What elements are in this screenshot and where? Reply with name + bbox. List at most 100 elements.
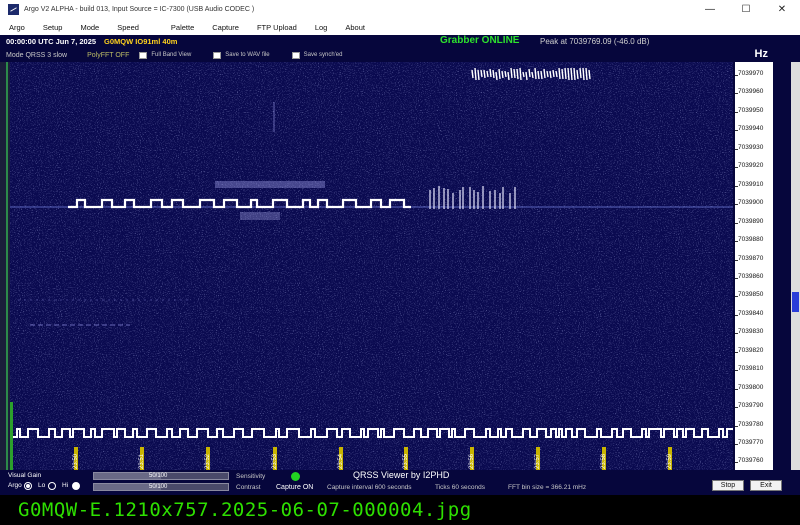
qrss-viewer-label: QRSS Viewer by I2PHD [353,470,450,480]
wideband-burst [483,69,486,79]
gain-lo-radio[interactable] [48,482,56,490]
frequency-tick-label: 7039850 [738,291,764,299]
frequency-tick [735,296,738,298]
menu-palette[interactable]: Palette [162,23,203,32]
frequency-tick-label: 7039920 [738,162,764,170]
frequency-scale-inner: 7039970 7039960 7039950 7039940 7039930 70399… [735,62,773,470]
frequency-tick-label: 7039810 [738,365,764,373]
frequency-tick [735,444,738,445]
wideband-burst [477,69,480,81]
menu-argo[interactable]: Argo [0,23,34,32]
minimize-button[interactable]: — [692,0,728,19]
wideband-burst [507,71,510,81]
time-marker-label: 23:59 [667,453,673,469]
wideband-burst [585,67,588,81]
menu-speed[interactable]: Speed [108,23,148,32]
menu-ftp-upload[interactable]: FTP Upload [248,23,306,32]
lo-gain-label: Lo [38,482,46,489]
menu-about[interactable]: About [336,23,374,32]
frequency-unit-header: Hz [733,48,800,62]
wideband-burst [579,67,582,79]
wideband-burst [549,70,552,79]
wideband-burst [486,70,489,78]
frequency-tick [735,407,738,409]
wideband-burst [534,67,537,80]
capture-on-label: Capture ON [276,484,314,491]
exit-button[interactable]: Exit [750,480,782,491]
frequency-tick [735,277,738,279]
wideband-burst [543,68,546,79]
frequency-tick [735,185,738,187]
checkbox-icon[interactable] [213,51,222,59]
signal-smear [215,181,325,188]
gain-argo-radio[interactable] [24,482,32,490]
menu-setup[interactable]: Setup [34,23,72,32]
wideband-burst [471,69,474,79]
status-bar: 00:00:00 UTC Jun 7, 2025 G0MQW IO91ml 40… [0,35,800,48]
options-row: Mode QRSS 3 slow PolyFFT OFF Full Band V… [0,48,733,62]
argo-app-icon [8,4,19,15]
save-synched-label: Save synch'ed [303,52,343,58]
frequency-tick-label: 7039830 [738,328,764,336]
frequency-tick [735,75,738,76]
wideband-burst [555,70,558,78]
frequency-scale: 7039970 7039960 7039950 7039940 7039930 70399… [733,62,800,470]
waterfall-noise [10,62,733,470]
wideband-burst [546,70,549,78]
time-marker-label: 23:51 [139,453,145,469]
wideband-burst [474,67,477,81]
frequency-tick [735,351,738,353]
wideband-burst [561,68,564,80]
wideband-burst [537,70,540,80]
fft-bin-size-label: FFT bin size = 366.21 mHz [508,484,587,491]
frequency-tick [735,204,738,206]
wideband-burst [510,67,513,79]
maximize-button[interactable]: ☐ [728,0,764,19]
image-caption-bar: G0MQW-E.1210x757.2025-06-07-000004.jpg [0,495,800,525]
wideband-burst [531,71,534,79]
frequency-tick-label: 7039900 [738,199,764,207]
save-wav-checkbox[interactable]: Save to WAV file [213,51,270,59]
sensitivity-label: Sensitivity [236,473,266,480]
gain-hi-radio[interactable] [72,482,80,490]
time-marker-label: 23:50 [73,453,79,469]
wideband-burst [492,69,495,79]
frequency-tick [735,370,738,372]
wideband-burst [564,67,567,80]
menu-capture[interactable]: Capture [203,23,248,32]
wideband-burst [552,69,555,78]
contrast-slider[interactable]: 50/100 [93,483,229,491]
sensitivity-slider[interactable]: 50/100 [93,472,229,480]
grabber-status: Grabber ONLINE [440,35,520,46]
menu-mode[interactable]: Mode [71,23,108,32]
save-synched-checkbox[interactable]: Save synch'ed [291,51,343,59]
checkbox-icon[interactable] [139,51,148,59]
frequency-tick-label: 7039770 [738,439,764,446]
wideband-burst [588,69,591,80]
stop-button[interactable]: Stop [712,480,744,491]
frequency-tick-label: 7039820 [738,346,764,354]
hz-unit-label: Hz [754,48,768,60]
window-controls: — ☐ ✕ [692,0,800,19]
menu-log[interactable]: Log [306,23,337,32]
frequency-tick-label: 7039910 [738,180,764,188]
checkbox-icon[interactable] [291,51,300,59]
waterfall-svg: 23:50 23:51 23:52 23:53 23:54 23:55 23:56 23:57… [10,62,733,470]
frequency-tick [735,222,738,224]
ticks-label: Ticks 60 seconds [435,484,485,491]
level-indicator [6,62,8,470]
wideband-burst [501,70,504,79]
waterfall-display[interactable]: 23:50 23:51 23:52 23:53 23:54 23:55 23:56 23:57… [10,62,733,470]
wideband-burst [558,67,561,80]
contrast-value: 50/100 [149,484,168,490]
close-button[interactable]: ✕ [764,0,800,19]
frequency-tick-label: 7039950 [738,106,764,114]
signal-smear [240,212,280,220]
scale-scrollbar[interactable] [791,62,800,470]
menu-bar: Argo Setup Mode Speed Palette Capture FT… [0,19,800,35]
frequency-tick [735,93,738,95]
wideband-burst [582,67,585,81]
frequency-tick-label: 7039790 [738,402,764,410]
scale-scroll-thumb[interactable] [792,292,799,312]
full-band-view-checkbox[interactable]: Full Band View [139,51,191,59]
